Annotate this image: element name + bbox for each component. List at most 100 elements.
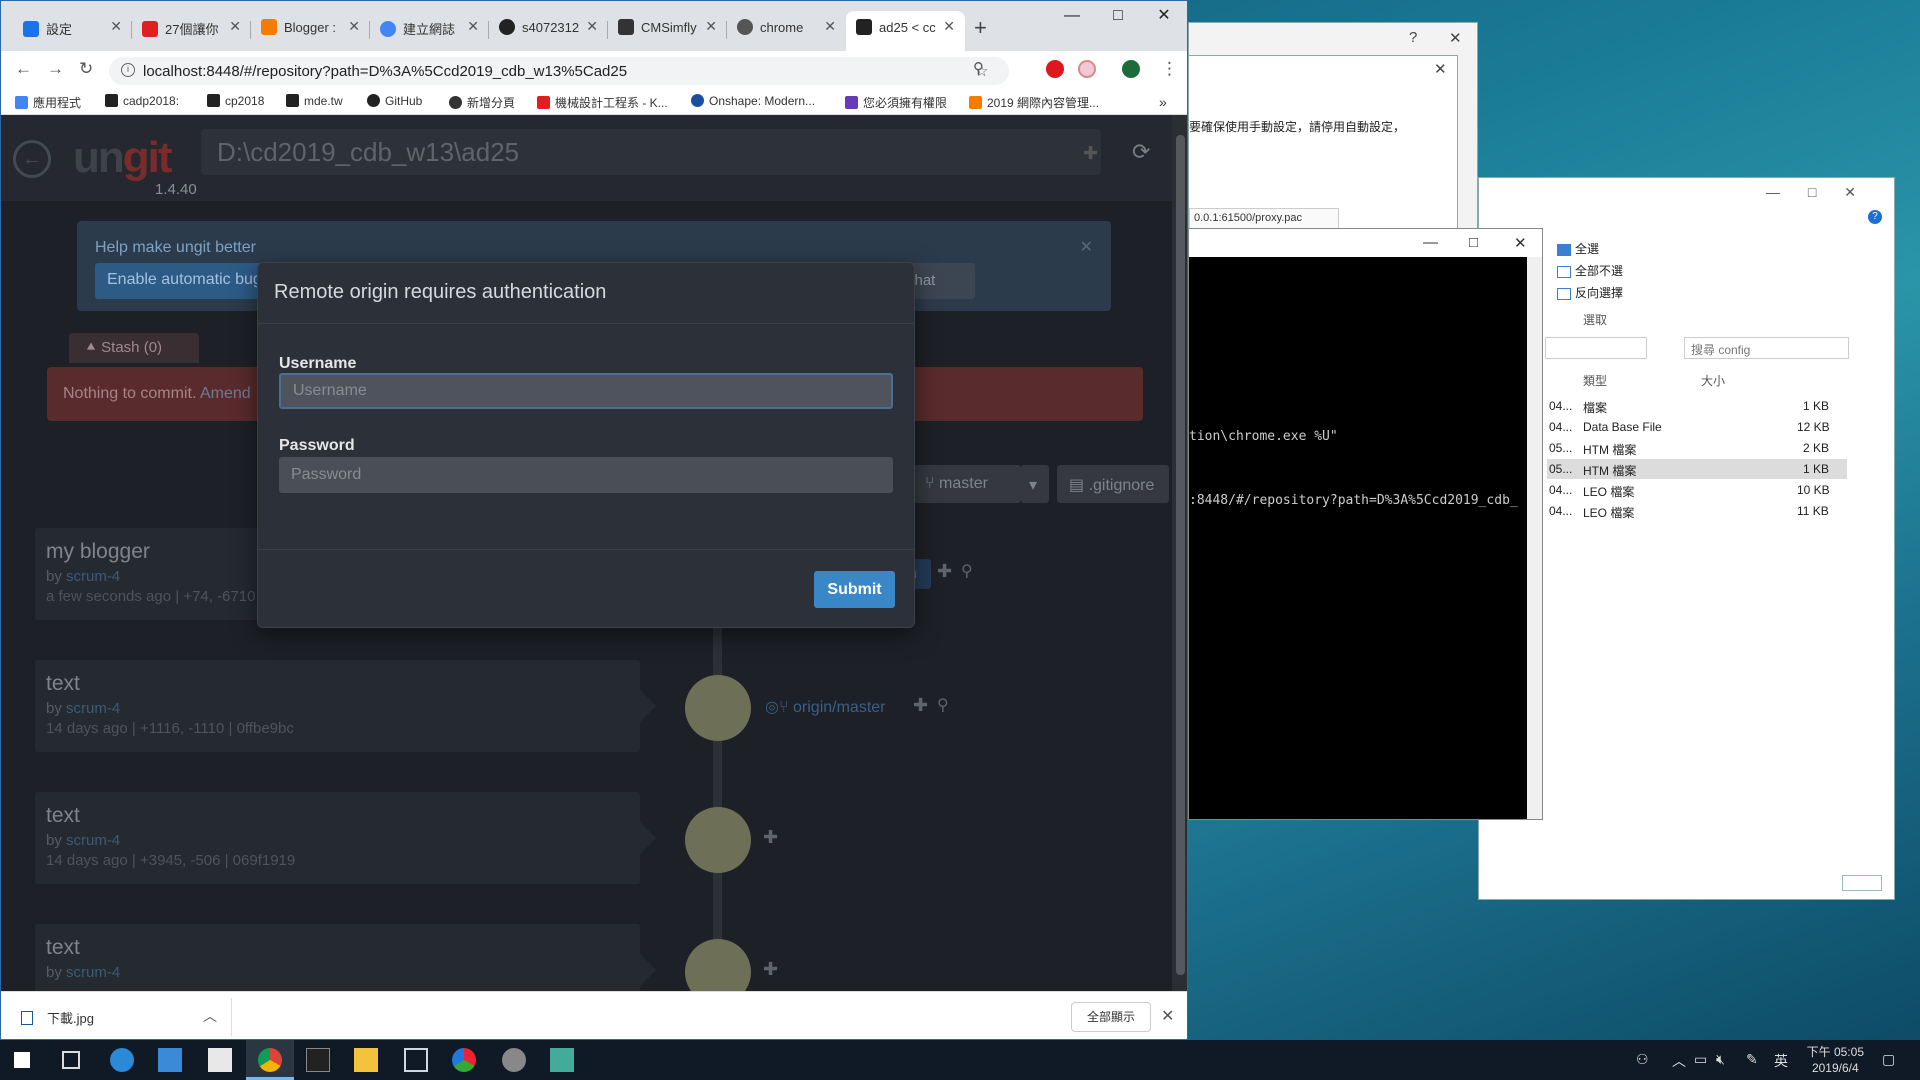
file-row[interactable]: 05... HTM 檔案 2 KB [1547, 438, 1847, 458]
file-row[interactable]: 04... LEO 檔案 11 KB [1547, 501, 1847, 521]
network-icon[interactable]: ▭ [1694, 1051, 1707, 1068]
console-scrollbar[interactable] [1527, 257, 1542, 819]
bookmark-cp2018[interactable]: cp2018 [207, 94, 264, 108]
close-icon[interactable]: ✕ [1514, 234, 1527, 252]
select-all-button[interactable]: 全選 [1557, 238, 1623, 260]
commit-card[interactable]: text by scrum-4 14 days ago | +1116, -11… [35, 660, 656, 752]
close-window-icon[interactable]: ✕ [1141, 1, 1187, 31]
close-tab-icon[interactable]: ✕ [348, 18, 360, 35]
extension-icon[interactable] [1078, 60, 1096, 78]
chevron-up-icon[interactable]: ︿ [203, 1006, 217, 1026]
commit-node[interactable] [685, 807, 751, 873]
pac-url-field[interactable]: 0.0.1:61500/proxy.pac [1189, 208, 1339, 230]
close-tab-icon[interactable]: ✕ [467, 18, 479, 35]
file-explorer-icon[interactable] [354, 1048, 378, 1072]
show-all-button[interactable]: 全部顯示 [1071, 1002, 1151, 1032]
column-type[interactable]: 類型 [1583, 372, 1607, 389]
bookmark-youtube[interactable]: 機械設計工程系 - K... [537, 94, 668, 111]
plus-icon[interactable]: ✚ [763, 959, 778, 980]
chrome-taskbar-button[interactable] [246, 1040, 294, 1080]
commit-card[interactable]: text by scrum-4 [35, 924, 656, 991]
address-bar[interactable]: i localhost:8448/#/repository?path=D%3A%… [109, 57, 1009, 85]
help-button[interactable]: ? [1409, 29, 1417, 46]
tab-blogger[interactable]: Blogger : ✕ [251, 11, 370, 51]
search-icon[interactable]: ⚲ [961, 561, 973, 581]
tab-ungit-active[interactable]: ad25 < cc ✕ [846, 11, 965, 51]
close-tab-icon[interactable]: ✕ [824, 18, 836, 35]
terminal-icon[interactable] [306, 1048, 330, 1072]
amend-link[interactable]: Amend [200, 385, 251, 402]
branch-dropdown-icon[interactable]: ▾ [1021, 465, 1049, 503]
new-tab-button[interactable]: + [974, 15, 987, 41]
file-row[interactable]: 04... Data Base File 12 KB [1547, 417, 1847, 437]
stash-tab[interactable]: ⯅ Stash (0) [69, 333, 199, 363]
close-tab-icon[interactable]: ✕ [229, 18, 241, 35]
edge-icon[interactable] [110, 1048, 134, 1072]
bookmark-github[interactable]: GitHub [367, 94, 422, 108]
bookmark-cadp2018[interactable]: cadp2018: [105, 94, 179, 108]
search-icon[interactable]: ⚲ [937, 695, 949, 715]
bookmark-blogger[interactable]: 2019 網際內容管理... [969, 94, 1099, 111]
volume-muted-icon[interactable]: 🔇︎ [1716, 1051, 1725, 1068]
close-icon[interactable]: ✕ [1449, 29, 1462, 47]
tab-settings[interactable]: 設定 ✕ [13, 11, 132, 51]
reload-icon[interactable]: ↻ [79, 59, 93, 79]
menu-icon[interactable]: ⋮ [1161, 59, 1178, 79]
invert-selection-button[interactable]: 反向選擇 [1557, 282, 1623, 304]
commit-card[interactable]: text by scrum-4 14 days ago | +3945, -50… [35, 792, 656, 884]
mail-icon[interactable] [208, 1048, 232, 1072]
close-banner-icon[interactable]: ✕ [1080, 237, 1093, 257]
notification-icon[interactable]: ▢ [1882, 1051, 1895, 1068]
plus-icon[interactable]: ✚ [913, 695, 928, 716]
close-icon[interactable]: ✕ [1434, 60, 1447, 78]
app-icon[interactable] [550, 1048, 574, 1072]
close-download-bar-icon[interactable]: ✕ [1161, 1006, 1174, 1026]
clock[interactable]: 下午 05:05 2019/6/4 [1807, 1044, 1864, 1076]
app-icon[interactable] [452, 1048, 476, 1072]
bookmark-onshape[interactable]: Onshape: Modern... [691, 94, 815, 108]
page-scrollbar[interactable] [1172, 115, 1187, 991]
app-icon[interactable] [502, 1048, 526, 1072]
ref-origin-master[interactable]: ◎⑂ origin/master [765, 697, 886, 717]
virtualbox-icon[interactable] [404, 1048, 428, 1072]
maximize-icon[interactable]: □ [1095, 1, 1141, 31]
username-input[interactable] [279, 373, 893, 409]
file-row[interactable]: 04... LEO 檔案 10 KB [1547, 480, 1847, 500]
task-view-icon[interactable] [62, 1051, 80, 1069]
plus-icon[interactable]: ✚ [763, 827, 778, 848]
windows-start-icon[interactable] [14, 1052, 30, 1068]
plus-icon[interactable]: ✚ [937, 561, 952, 582]
profile-avatar[interactable] [1122, 60, 1140, 78]
bookmark-permission[interactable]: 您必須擁有權限 [845, 94, 947, 111]
bookmark-apps[interactable]: 應用程式 [15, 94, 81, 111]
minimize-icon[interactable]: — [1423, 234, 1438, 251]
back-arrow-icon[interactable]: ← [13, 140, 51, 178]
scrollbar-thumb[interactable] [1176, 135, 1185, 975]
commit-node[interactable] [685, 675, 751, 741]
commit-node[interactable] [685, 939, 751, 991]
address-bar[interactable] [1545, 337, 1647, 359]
repository-path-input[interactable]: D:\cd2019_cdb_w13\ad25 [201, 129, 1101, 175]
window-controls[interactable]: —□✕ [1766, 184, 1884, 201]
tab-google[interactable]: 建立網誌 ✕ [370, 11, 489, 51]
tab-cmsimfly[interactable]: CMSimfly ✕ [608, 11, 727, 51]
tab-youtube[interactable]: 27個讓你 ✕ [132, 11, 251, 51]
bookmark-mde[interactable]: mde.tw [286, 94, 343, 108]
column-size[interactable]: 大小 [1701, 372, 1725, 389]
tab-chrome[interactable]: chrome ✕ [727, 11, 846, 51]
forward-arrow-icon[interactable]: → [47, 59, 64, 79]
chevron-up-icon[interactable]: ︿ [1672, 1051, 1686, 1071]
view-toggle[interactable] [1842, 875, 1882, 891]
tab-github[interactable]: s4072312 ✕ [489, 11, 608, 51]
maximize-icon[interactable]: □ [1469, 234, 1478, 251]
minimize-icon[interactable]: — [1049, 1, 1095, 31]
plus-icon[interactable]: ✚ [1083, 143, 1098, 164]
close-tab-icon[interactable]: ✕ [943, 18, 955, 35]
info-icon[interactable]: i [121, 63, 135, 77]
submit-button[interactable]: Submit [814, 571, 895, 608]
gitignore-button[interactable]: ▤ .gitignore [1057, 465, 1169, 503]
zoom-icon[interactable]: ⚲ [973, 59, 984, 77]
store-icon[interactable] [158, 1048, 182, 1072]
file-row[interactable]: 04... 檔案 1 KB [1547, 396, 1847, 416]
pen-icon[interactable]: ✎ [1746, 1051, 1758, 1068]
